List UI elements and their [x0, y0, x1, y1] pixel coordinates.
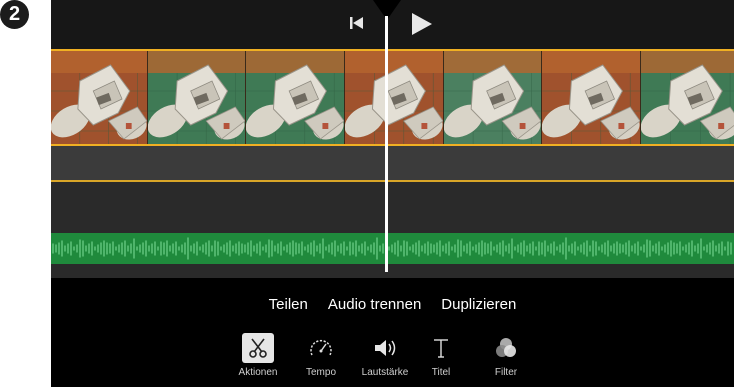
step-badge: 2	[0, 0, 29, 29]
tab-label: Filter	[494, 367, 518, 378]
skip-to-start-icon	[350, 17, 363, 29]
detach-audio-button[interactable]: Audio trennen	[327, 292, 422, 320]
actions-menu: Teilen Audio trennen Duplizieren	[51, 292, 734, 320]
speaker-icon	[369, 333, 401, 363]
clip-thumbnail	[641, 51, 734, 144]
clip-thumbnail	[444, 51, 542, 144]
audio-track-separator	[51, 180, 734, 182]
playhead-line[interactable]	[385, 16, 388, 272]
video-clip-track[interactable]	[51, 49, 734, 146]
duplicate-button[interactable]: Duplizieren	[440, 292, 517, 320]
filter-circles-icon	[490, 333, 522, 363]
play-button[interactable]	[406, 10, 436, 38]
clip-thumbnail	[246, 51, 345, 144]
tab-volume[interactable]: Lautstärke	[353, 333, 417, 383]
audio-track-area	[51, 180, 734, 278]
text-icon	[425, 333, 457, 363]
tab-label: Titel	[431, 367, 451, 378]
tab-tempo[interactable]: Tempo	[289, 333, 353, 383]
tab-label: Aktionen	[238, 367, 278, 378]
clip-thumbnail	[148, 51, 246, 144]
play-icon	[412, 13, 432, 35]
tab-actions[interactable]: Aktionen	[226, 333, 290, 383]
video-editor: Teilen Audio trennen Duplizieren Aktione…	[51, 0, 734, 387]
tab-label: Lautstärke	[361, 367, 409, 378]
tool-tabs: Aktionen Tempo Lautstärke Titel Filter	[226, 333, 546, 383]
scissors-icon	[242, 333, 274, 363]
speedometer-icon	[305, 333, 337, 363]
tab-title[interactable]: Titel	[409, 333, 473, 383]
clip-thumbnail	[542, 51, 641, 144]
clip-thumbnail	[345, 51, 444, 144]
skip-to-start-button[interactable]	[345, 12, 369, 34]
empty-track	[51, 146, 734, 180]
tab-filter[interactable]: Filter	[474, 333, 538, 383]
share-button[interactable]: Teilen	[268, 292, 309, 320]
tab-label: Tempo	[305, 367, 336, 378]
clip-thumbnail	[51, 51, 148, 144]
audio-waveform[interactable]	[51, 233, 734, 264]
